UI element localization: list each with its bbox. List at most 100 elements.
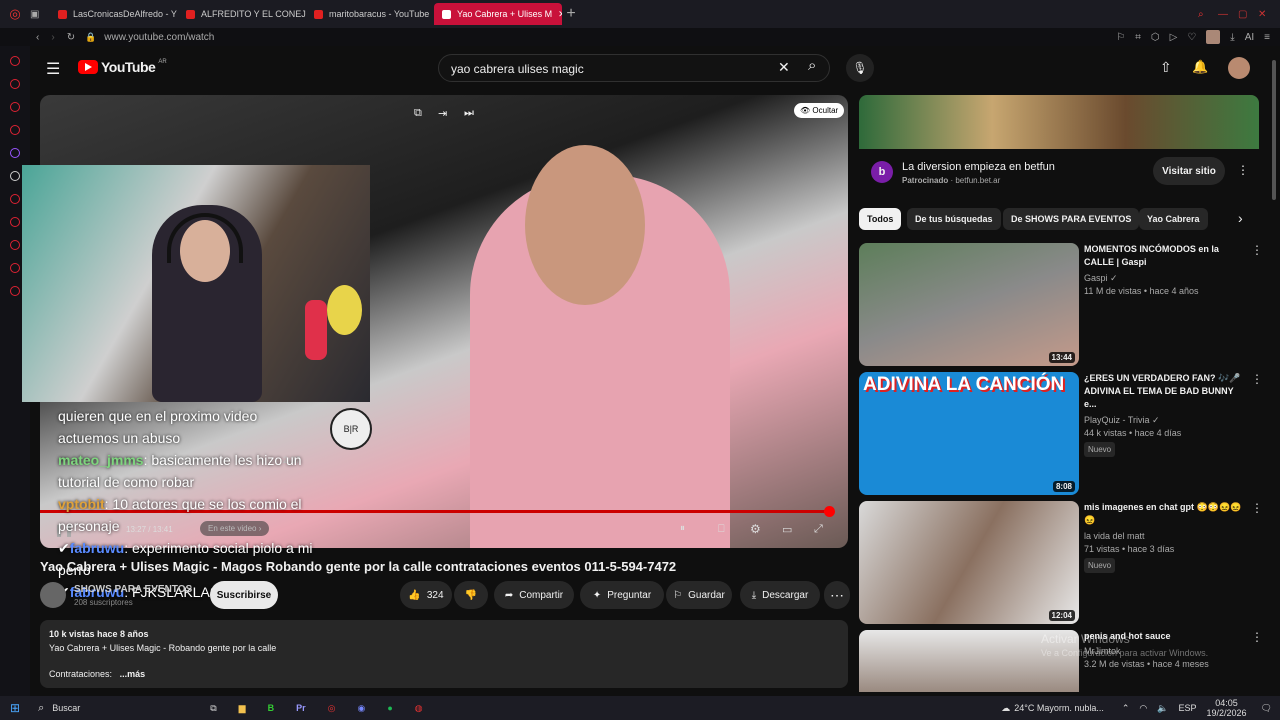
more-link[interactable]: ...más [120, 669, 146, 679]
tray-chevron-icon[interactable]: ⌃ [1122, 703, 1130, 714]
download-button[interactable]: ⤓ Descargar [740, 581, 820, 609]
menu-icon[interactable]: ≡ [1264, 32, 1270, 43]
new-tab-icon[interactable]: + [562, 5, 580, 23]
rec-menu-icon[interactable]: ⋮ [1251, 630, 1263, 644]
channel-avatar[interactable] [40, 582, 66, 608]
search-input[interactable]: yao cabrera ulises magic [438, 54, 830, 82]
opera-icon[interactable]: ◎ [0, 6, 30, 22]
notifications-icon[interactable]: 🔔 [1192, 59, 1208, 75]
autoplay-toggle[interactable]: ⏸ [680, 523, 685, 534]
chip-all[interactable]: Todos [859, 208, 902, 230]
rec-thumbnail[interactable]: ADIVINA LA CANCIÓN 8:08 [859, 372, 1079, 495]
profile-icon[interactable] [1206, 30, 1221, 44]
app-b-icon[interactable]: B [268, 703, 275, 713]
maximize-icon[interactable]: ▢ [1238, 9, 1258, 20]
progress-knob[interactable] [824, 506, 835, 517]
x-icon[interactable] [10, 171, 20, 181]
visit-site-button[interactable]: Visitar sitio [1153, 157, 1225, 185]
voice-search-icon[interactable]: 🎙 [846, 54, 874, 82]
like-button[interactable]: 👍 324 [400, 581, 452, 609]
play-icon[interactable]: ▷ [1170, 32, 1178, 43]
rec-meta[interactable]: mis imagenes en chat gpt 😳😳😖😖😖 la vida d… [1084, 501, 1244, 573]
search-icon[interactable]: ⌕ [808, 57, 816, 74]
cast-icon[interactable]: ⇥ [438, 107, 447, 120]
ai-icon[interactable]: AI [1245, 32, 1254, 43]
hide-button[interactable]: 👁 Ocultar [794, 103, 845, 118]
miniplayer-icon[interactable]: ⧉ [414, 107, 422, 120]
discord-icon[interactable]: ◉ [357, 703, 365, 714]
workspaces-icon[interactable]: ▣ [30, 9, 50, 20]
chip-searches[interactable]: De tus búsquedas [907, 208, 1001, 230]
fullscreen-icon[interactable]: ⤢ [814, 523, 823, 536]
sidebar-icon-4[interactable] [10, 125, 20, 135]
language-indicator[interactable]: ESP [1179, 703, 1197, 713]
chip-channel[interactable]: De SHOWS PARA EVENTOS [1003, 208, 1140, 230]
sidebar-icon-7[interactable] [10, 194, 20, 204]
rec-meta[interactable]: ¿ERES UN VERDADERO FAN? 🎶🎤 ADIVINA EL TE… [1084, 372, 1244, 457]
spotify-icon[interactable]: ● [387, 703, 392, 713]
share-button[interactable]: ➦ Compartir [494, 581, 574, 609]
sidebar-icon-3[interactable] [10, 102, 20, 112]
sponsored-ad[interactable]: b La diversion empieza en betfun Patroci… [859, 95, 1259, 197]
task-view-icon[interactable]: ⧉ [210, 703, 216, 714]
youtube-logo[interactable]: YouTube AR [78, 59, 167, 75]
more-actions-button[interactable]: ⋯ [824, 581, 850, 609]
close-window-icon[interactable]: ✕ [1258, 9, 1280, 20]
url-field[interactable]: www.youtube.com/watch [104, 32, 214, 43]
tab-2[interactable]: ALFREDITO Y EL CONEJO [178, 3, 306, 25]
rec-menu-icon[interactable]: ⋮ [1251, 243, 1263, 257]
file-explorer-icon[interactable]: ▆ [239, 703, 246, 714]
chips-next-icon[interactable]: › [1238, 210, 1243, 226]
tab-active[interactable]: Yao Cabrera + Ulises M ✕ [434, 3, 562, 25]
app-icon[interactable]: ◍ [415, 703, 423, 714]
tab-1[interactable]: LasCronicasDeAlfredo - Y [50, 3, 178, 25]
ask-button[interactable]: ✦ Preguntar [580, 581, 664, 609]
notifications-icon[interactable]: 🗨 [1261, 703, 1272, 714]
weather-text[interactable]: 24°C Mayorm. nubla... [1014, 703, 1104, 713]
back-icon[interactable]: ‹ [36, 32, 39, 43]
bookmark-icon[interactable]: ⚐ [1116, 32, 1125, 43]
description-box[interactable]: 10 k vistas hace 8 años Yao Cabrera + Ul… [40, 620, 848, 688]
theater-mode-icon[interactable]: ▭ [782, 523, 792, 536]
dislike-button[interactable]: 👎 [454, 581, 488, 609]
volume-icon[interactable]: 🔈 [1157, 703, 1168, 714]
twitch-icon[interactable] [10, 148, 20, 158]
taskbar-search[interactable]: Buscar [52, 703, 162, 713]
avatar[interactable] [1228, 57, 1250, 79]
next-icon[interactable]: ⏭ [464, 107, 474, 120]
clear-search-icon[interactable]: ✕ [778, 59, 790, 76]
rec-thumbnail[interactable]: 12:04 [859, 501, 1079, 624]
rec-menu-icon[interactable]: ⋮ [1251, 372, 1263, 386]
opera-taskbar-icon[interactable]: ◎ [328, 703, 336, 714]
reload-icon[interactable]: ↻ [67, 32, 75, 43]
save-button[interactable]: ⚐ Guardar [666, 581, 732, 609]
subscribe-button[interactable]: Suscribirse [210, 581, 278, 609]
rec-menu-icon[interactable]: ⋮ [1251, 501, 1263, 515]
tab-3[interactable]: maritobaracus - YouTube [306, 3, 434, 25]
premiere-icon[interactable]: Pr [296, 703, 306, 713]
rec-meta[interactable]: MOMENTOS INCÓMODOS en la CALLE | Gaspi G… [1084, 243, 1244, 298]
settings-gear-icon[interactable]: ⚙ [750, 522, 761, 536]
wifi-icon[interactable]: ◠ [1139, 703, 1147, 714]
sidebar-icon-2[interactable] [10, 79, 20, 89]
sidebar-icon-10[interactable] [10, 263, 20, 273]
snapshot-icon[interactable]: ⌗ [1135, 32, 1141, 43]
heart-icon[interactable]: ♡ [1187, 32, 1196, 43]
clock[interactable]: 04:05 19/2/2026 [1207, 698, 1247, 718]
channel-name[interactable]: SHOWS PARA EVENTOS [74, 584, 192, 595]
ad-menu-icon[interactable]: ⋮ [1237, 163, 1249, 177]
minimize-icon[interactable]: — [1218, 9, 1238, 20]
hamburger-menu-icon[interactable]: ☰ [46, 59, 60, 79]
subtitles-icon[interactable]: ⎕ [718, 523, 725, 536]
scrollbar[interactable] [1272, 60, 1276, 200]
search-tabs-icon[interactable]: ⌕ [1198, 9, 1218, 20]
extensions-icon[interactable]: ⬡ [1151, 32, 1160, 43]
windows-start-icon[interactable]: ⊞ [10, 701, 20, 715]
sidebar-icon-9[interactable] [10, 240, 20, 250]
sidebar-icon-8[interactable] [10, 217, 20, 227]
download-icon[interactable]: ⤓ [1230, 32, 1234, 43]
forward-icon[interactable]: › [51, 32, 54, 43]
settings-icon[interactable] [10, 286, 20, 296]
create-icon[interactable]: ⇧ [1160, 59, 1172, 76]
sidebar-icon-1[interactable] [10, 56, 20, 66]
